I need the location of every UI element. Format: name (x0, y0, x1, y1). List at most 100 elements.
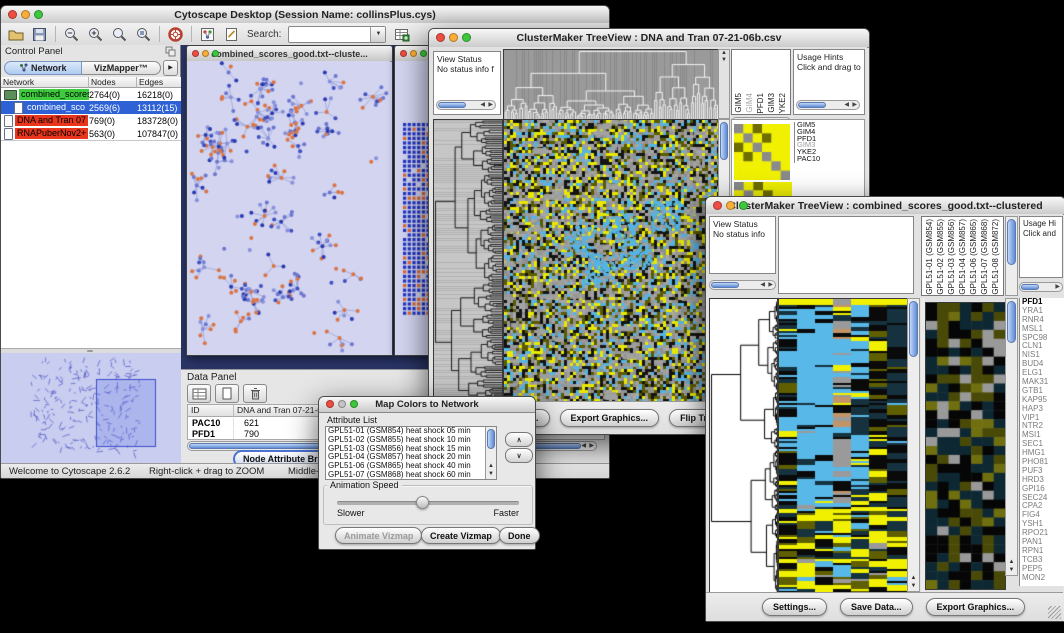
scrollbar-thumb[interactable] (720, 122, 728, 160)
speed-slider-thumb[interactable] (416, 496, 429, 509)
done-button[interactable]: Done (499, 527, 540, 544)
minimize-icon[interactable] (202, 50, 209, 57)
array-label[interactable]: PAC10 (789, 88, 791, 113)
gene-dendrogram-canvas[interactable] (433, 119, 503, 403)
close-icon[interactable] (8, 10, 17, 19)
attribute-listbox[interactable]: GPL51-01 (GSM854) heat shock 05 minGPL51… (325, 426, 497, 480)
dialog-titlebar[interactable]: Map Colors to Network (319, 397, 535, 413)
scroll-down-icon[interactable]: ▼ (486, 470, 496, 478)
array-dendrogram-panel[interactable] (778, 216, 914, 294)
save-session-icon[interactable] (31, 26, 48, 43)
scroll-right-icon[interactable]: ▶ (1055, 284, 1060, 291)
create-network-icon[interactable] (199, 26, 216, 43)
scroll-right-icon[interactable]: ▶ (768, 282, 773, 289)
close-icon[interactable] (400, 50, 407, 57)
scroll-up-icon[interactable]: ▲ (486, 462, 496, 470)
array-label[interactable]: GPL51-06 (GSM865) (969, 219, 978, 295)
zoom-window-icon[interactable] (462, 33, 471, 42)
zoom-heatmap-canvas[interactable] (734, 124, 790, 180)
usage-hints-scrollbar[interactable]: ▶ (1019, 282, 1063, 292)
scrollbar-thumb[interactable] (487, 429, 495, 449)
scrollbar-thumb[interactable] (1007, 301, 1016, 343)
scroll-down-icon[interactable]: ▼ (719, 57, 729, 64)
close-icon[interactable] (713, 201, 722, 210)
zoom-selected-icon[interactable] (135, 26, 152, 43)
scrollbar-thumb[interactable] (1007, 219, 1016, 265)
network-table-row[interactable]: DNA and Tran 07769(0)183728(0) (1, 114, 181, 127)
scrollbar-thumb[interactable] (1021, 284, 1039, 290)
view-status-scrollbar[interactable]: ◀ ▶ (436, 100, 496, 110)
scroll-left-icon[interactable]: ◀ (581, 443, 586, 450)
tab-network[interactable]: Network (4, 61, 82, 75)
import-table-icon[interactable] (393, 26, 410, 43)
new-attribute-icon[interactable] (215, 384, 239, 403)
scroll-left-icon[interactable]: ◀ (760, 282, 765, 289)
network-overview-canvas[interactable] (1, 353, 181, 463)
zoom-window-icon[interactable] (350, 400, 358, 408)
view-status-scrollbar[interactable]: ◀ ▶ (709, 280, 776, 290)
scroll-left-icon[interactable]: ◀ (844, 102, 849, 109)
zoom-in-icon[interactable] (87, 26, 104, 43)
scroll-up-icon[interactable]: ▲ (908, 574, 919, 582)
treeview-button[interactable]: Settings... (762, 598, 827, 616)
gene-label[interactable]: MON2 (1020, 574, 1064, 583)
help-lifesaver-icon[interactable] (167, 26, 184, 43)
minimize-icon[interactable] (21, 10, 30, 19)
attribute-item[interactable]: GPL51-07 (GSM868) heat shock 60 min (326, 471, 484, 480)
zoom-window-icon[interactable] (212, 50, 219, 57)
minimize-icon[interactable] (726, 201, 735, 210)
scroll-left-icon[interactable]: ◀ (480, 102, 485, 109)
zoom-fit-icon[interactable] (111, 26, 128, 43)
column-nodes[interactable]: Nodes (89, 77, 137, 88)
scroll-up-icon[interactable]: ▲ (1006, 558, 1017, 566)
resize-grip[interactable] (1048, 606, 1061, 619)
zoom-window-icon[interactable] (739, 201, 748, 210)
column-edges[interactable]: Edges (137, 77, 181, 88)
array-label[interactable]: GPL51-02 (GSM855) (936, 219, 945, 295)
scrollbar-thumb[interactable] (909, 301, 918, 357)
scroll-up-icon[interactable]: ▲ (719, 50, 729, 57)
zoom-window-icon[interactable] (420, 50, 427, 57)
array-label[interactable]: GPL51-08 (GSM872) (991, 219, 1000, 295)
treeview-button[interactable]: Export Graphics... (926, 598, 1026, 616)
array-label[interactable]: GIM4 (745, 93, 754, 113)
scroll-down-icon[interactable]: ▼ (1006, 566, 1017, 574)
network-table-row[interactable]: RNAPuberNov2+563(0)107847(0) (1, 127, 181, 140)
minimize-icon[interactable] (449, 33, 458, 42)
zoom-out-icon[interactable] (63, 26, 80, 43)
global-heatmap-canvas[interactable] (778, 298, 908, 594)
global-heatmap-canvas[interactable] (503, 119, 719, 403)
network-view-canvas[interactable] (187, 61, 390, 354)
tab-vizmapper[interactable]: VizMapper™ (82, 61, 162, 75)
scrollbar-thumb[interactable] (798, 102, 826, 108)
treeview1-titlebar[interactable]: ClusterMaker TreeView : DNA and Tran 07-… (429, 29, 869, 48)
minimize-icon[interactable] (338, 400, 346, 408)
close-icon[interactable] (436, 33, 445, 42)
network-table-row[interactable]: combined_scores_2764(0)16218(0) (1, 88, 181, 101)
treeview-button[interactable]: Export Graphics... (560, 409, 660, 427)
gene-dendrogram-canvas[interactable] (709, 298, 778, 594)
create-vizmap-button[interactable]: Create Vizmap (421, 527, 501, 544)
network-table-row[interactable]: combined_sco2569(6)13112(15) (1, 101, 181, 114)
move-up-button[interactable]: ∧ (505, 432, 533, 447)
array-label[interactable]: GIM5 (734, 93, 743, 113)
zoom-heatmap-canvas[interactable] (925, 302, 1006, 590)
array-label[interactable]: GPL51-07 (GSM868) (980, 219, 989, 295)
usage-hints-scrollbar[interactable]: ◀ ▶ (796, 100, 860, 110)
tab-overflow-icon[interactable]: ▶ (163, 60, 178, 76)
scrollbar-thumb[interactable] (711, 282, 739, 288)
scroll-down-icon[interactable]: ▼ (908, 582, 919, 590)
attribute-select-icon[interactable] (187, 384, 211, 403)
network-tree-area[interactable] (1, 140, 181, 349)
delete-attribute-icon[interactable] (243, 384, 267, 403)
minimize-icon[interactable] (410, 50, 417, 57)
array-label[interactable]: GPL51-01 (GSM854) (925, 219, 934, 295)
array-label[interactable]: PFD1 (756, 93, 765, 113)
float-panel-icon[interactable] (165, 46, 176, 57)
treeview-button[interactable]: Save Data... (840, 598, 913, 616)
column-network[interactable]: Network (1, 77, 89, 88)
move-down-button[interactable]: ∨ (505, 448, 533, 463)
scroll-right-icon[interactable]: ▶ (488, 102, 493, 109)
list-vscrollbar[interactable]: ▲ ▼ (485, 427, 496, 479)
array-dendrogram-canvas[interactable] (503, 49, 719, 121)
